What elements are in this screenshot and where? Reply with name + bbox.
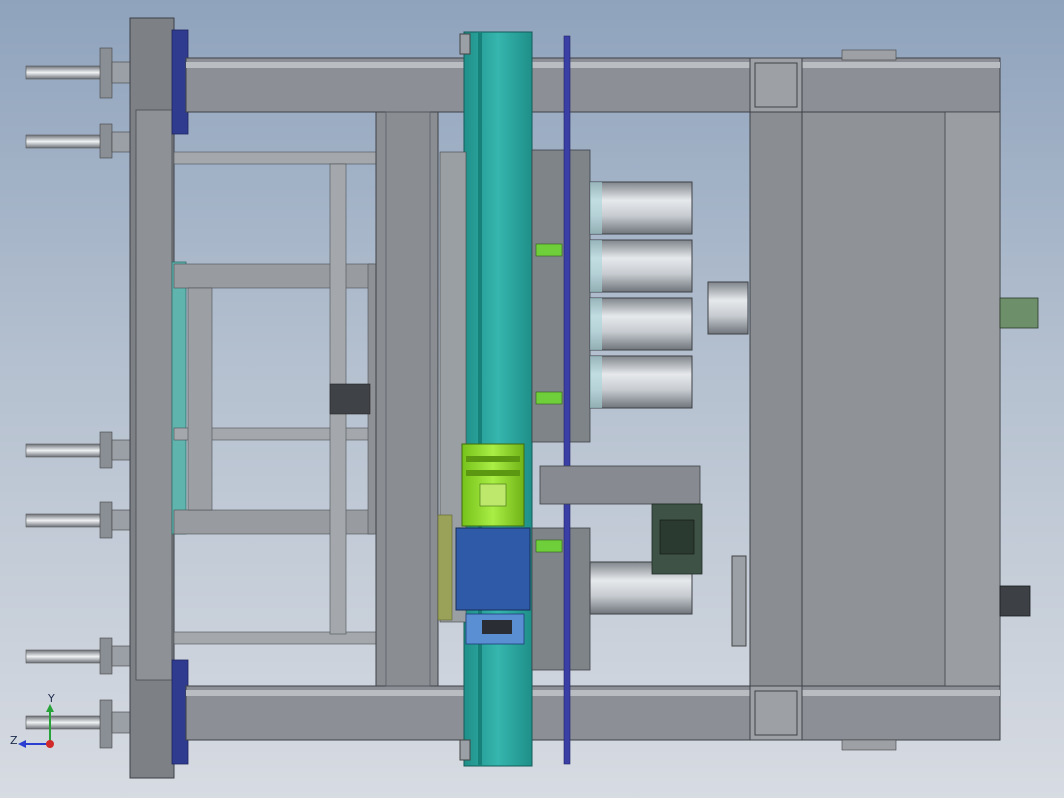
side-mount (731, 555, 747, 647)
rod-1 (25, 47, 133, 99)
gearbox (455, 527, 531, 611)
cylinder-2 (589, 239, 693, 293)
assembly-drawing (25, 17, 1039, 779)
rod-5 (25, 637, 133, 675)
left-end-plate (129, 17, 189, 779)
navy-side-rail (563, 35, 571, 765)
rod-4 (25, 501, 133, 539)
triad-z-label: Z (10, 734, 18, 747)
drive-motor (455, 443, 531, 645)
triad-x-axis (46, 740, 54, 748)
rod-3 (25, 431, 133, 469)
inner-frame-rails (173, 151, 383, 645)
teal-main-rail (459, 31, 533, 767)
bottom-beam (185, 685, 1001, 741)
cad-viewport[interactable]: Y Z (0, 0, 1064, 798)
cylinder-1 (589, 181, 693, 235)
cylinder-4 (589, 355, 693, 409)
orientation-triad: Y Z (8, 692, 68, 758)
left-adjust-rods (25, 47, 133, 749)
olive-bracket (437, 514, 453, 621)
center-cylinder (707, 281, 749, 335)
cylinder-3 (589, 297, 693, 351)
rod-2 (25, 123, 133, 159)
top-beam (185, 57, 1001, 113)
triad-y-label: Y (48, 692, 55, 705)
left-stopper (329, 383, 371, 415)
